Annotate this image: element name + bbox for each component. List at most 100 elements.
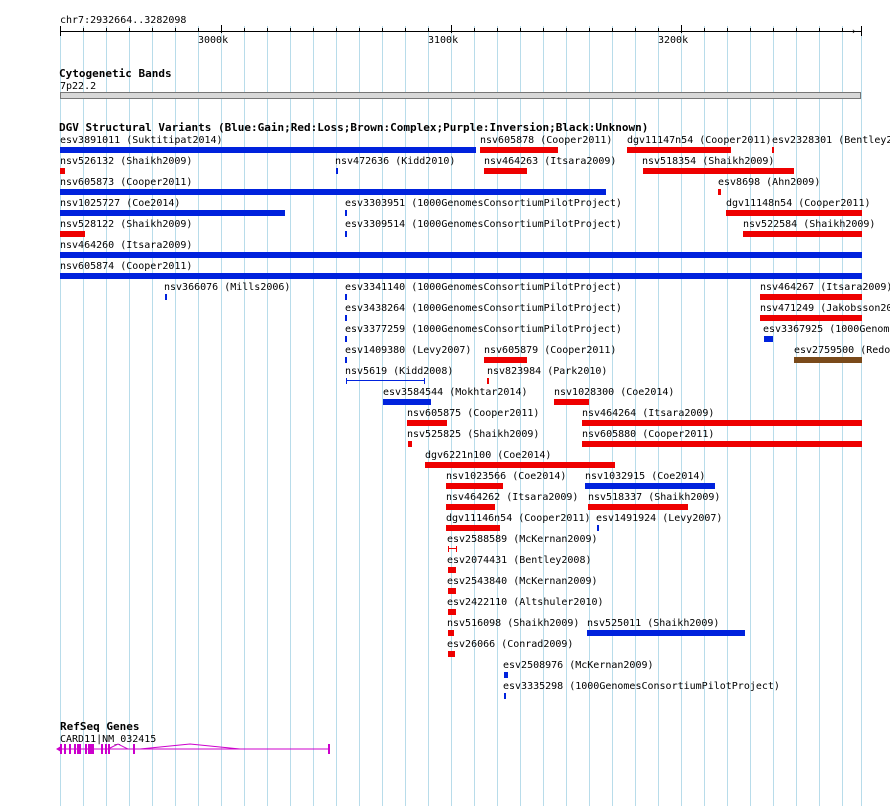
scroll-right-arrow[interactable]: › bbox=[851, 27, 856, 38]
dgv-feature-nsv605874[interactable] bbox=[60, 273, 862, 279]
dgv-feature-esv3341140[interactable] bbox=[345, 294, 347, 300]
dgv-feature-dgv11148n54[interactable] bbox=[726, 210, 862, 216]
ruler-minor-tick bbox=[198, 28, 199, 32]
dgv-feature-label: esv3367925 (1000GenomesConsortiumPilotPr… bbox=[763, 324, 890, 335]
grid-line bbox=[336, 26, 337, 806]
dgv-feature-nsv471249[interactable] bbox=[760, 315, 862, 321]
dgv-feature-label: nsv464264 (Itsara2009) bbox=[582, 408, 715, 419]
dgv-feature-label: dgv11147n54 (Cooper2011) bbox=[627, 135, 772, 146]
dgv-feature-esv2588589[interactable] bbox=[448, 546, 457, 552]
dgv-feature-esv1491924[interactable] bbox=[597, 525, 599, 531]
dgv-feature-label: nsv518354 (Shaikh2009) bbox=[642, 156, 775, 167]
dgv-feature-dgv11147n54[interactable] bbox=[627, 147, 731, 153]
dgv-feature-esv8698[interactable] bbox=[718, 189, 721, 195]
dgv-feature-esv2422110[interactable] bbox=[448, 609, 456, 615]
ruler-minor-tick bbox=[819, 28, 820, 32]
dgv-feature-label: nsv471249 (Jakobsson2008) bbox=[760, 303, 890, 314]
ruler-minor-tick bbox=[244, 28, 245, 32]
grid-line bbox=[405, 26, 406, 806]
dgv-feature-label: esv3377259 (1000GenomesConsortiumPilotPr… bbox=[345, 324, 622, 335]
dgv-feature-nsv522584[interactable] bbox=[743, 231, 862, 237]
dgv-feature-label: nsv5619 (Kidd2008) bbox=[345, 366, 454, 377]
dgv-feature-nsv823984[interactable] bbox=[487, 378, 489, 384]
dgv-feature-esv3377259[interactable] bbox=[345, 336, 347, 342]
dgv-feature-label: nsv464263 (Itsara2009) bbox=[484, 156, 617, 167]
dgv-feature-esv3303951[interactable] bbox=[345, 210, 347, 216]
dgv-feature-nsv605878[interactable] bbox=[480, 147, 558, 153]
dgv-feature-nsv605875[interactable] bbox=[407, 420, 447, 426]
dgv-feature-esv3309514[interactable] bbox=[345, 231, 347, 237]
location-label: chr7:2932664..3282098 bbox=[60, 15, 187, 26]
dgv-feature-nsv472636[interactable] bbox=[336, 168, 338, 174]
dgv-feature-nsv518354[interactable] bbox=[643, 168, 794, 174]
grid-line bbox=[290, 26, 291, 806]
dgv-feature-esv3438264[interactable] bbox=[345, 315, 347, 321]
dgv-feature-label: nsv823984 (Park2010) bbox=[487, 366, 608, 377]
dgv-feature-esv3335298[interactable] bbox=[504, 693, 506, 699]
dgv-feature-nsv464263[interactable] bbox=[484, 168, 527, 174]
dgv-feature-esv3891011[interactable] bbox=[60, 147, 476, 153]
dgv-feature-nsv525825[interactable] bbox=[408, 441, 412, 447]
grid-line bbox=[244, 26, 245, 806]
ruler-minor-tick bbox=[428, 28, 429, 32]
dgv-feature-nsv605879[interactable] bbox=[484, 357, 527, 363]
dgv-feature-esv2328301[interactable] bbox=[772, 147, 774, 153]
cytoband-bar[interactable] bbox=[60, 92, 861, 99]
ruler-tick-label: 3200k bbox=[658, 35, 689, 46]
dgv-feature-label: esv2543840 (McKernan2009) bbox=[447, 576, 598, 587]
dgv-feature-label: esv3335298 (1000GenomesConsortiumPilotPr… bbox=[503, 681, 780, 692]
dgv-feature-nsv516098[interactable] bbox=[448, 630, 454, 636]
dgv-feature-esv2543840[interactable] bbox=[448, 588, 456, 594]
dgv-feature-label: nsv525825 (Shaikh2009) bbox=[407, 429, 540, 440]
dgv-feature-nsv1023566[interactable] bbox=[446, 483, 503, 489]
dgv-feature-nsv605873[interactable] bbox=[60, 189, 606, 195]
dgv-feature-nsv464262[interactable] bbox=[446, 504, 495, 510]
dgv-feature-esv2759500[interactable] bbox=[794, 357, 862, 363]
dgv-feature-nsv1028300[interactable] bbox=[554, 399, 589, 405]
dgv-feature-dgv6221n100[interactable] bbox=[425, 462, 615, 468]
ruler-minor-tick bbox=[543, 28, 544, 32]
dgv-feature-label: nsv472636 (Kidd2010) bbox=[335, 156, 456, 167]
dgv-feature-label: nsv605874 (Cooper2011) bbox=[60, 261, 193, 272]
dgv-feature-label: esv1491924 (Levy2007) bbox=[596, 513, 723, 524]
dgv-feature-label: esv3309514 (1000GenomesConsortiumPilotPr… bbox=[345, 219, 622, 230]
dgv-feature-nsv464267[interactable] bbox=[760, 294, 862, 300]
dgv-feature-label: nsv526132 (Shaikh2009) bbox=[60, 156, 193, 167]
dgv-feature-label: esv3891011 (Suktitipat2014) bbox=[60, 135, 223, 146]
gene-model-card11[interactable] bbox=[0, 740, 340, 760]
dgv-feature-nsv518337[interactable] bbox=[588, 504, 688, 510]
dgv-feature-esv1409380[interactable] bbox=[345, 357, 347, 363]
dgv-feature-nsv464260[interactable] bbox=[60, 252, 862, 258]
genome-browser-view: chr7:2932664..3282098 3000k 3100k 3200k › … bbox=[0, 0, 890, 806]
dgv-feature-nsv605880[interactable] bbox=[582, 441, 862, 447]
dgv-feature-esv3584544[interactable] bbox=[383, 399, 431, 405]
dgv-feature-label: esv3438264 (1000GenomesConsortiumPilotPr… bbox=[345, 303, 622, 314]
dgv-feature-label: nsv464267 (Itsara2009) bbox=[760, 282, 890, 293]
dgv-feature-nsv5619[interactable] bbox=[346, 378, 425, 384]
dgv-feature-label: nsv525011 (Shaikh2009) bbox=[587, 618, 720, 629]
dgv-feature-nsv1032915[interactable] bbox=[585, 483, 715, 489]
dgv-feature-nsv366076[interactable] bbox=[165, 294, 167, 300]
ruler-minor-tick bbox=[175, 28, 176, 32]
grid-line bbox=[359, 26, 360, 806]
dgv-feature-dgv11146n54[interactable] bbox=[446, 525, 500, 531]
ruler-minor-tick bbox=[129, 28, 130, 32]
dgv-feature-esv26066[interactable] bbox=[448, 651, 455, 657]
ruler-minor-tick bbox=[405, 28, 406, 32]
ruler-minor-tick bbox=[796, 28, 797, 32]
dgv-feature-esv3367925[interactable] bbox=[764, 336, 773, 342]
ruler-minor-tick bbox=[106, 28, 107, 32]
dgv-feature-nsv1025727[interactable] bbox=[60, 210, 285, 216]
dgv-feature-label: esv8698 (Ahn2009) bbox=[718, 177, 821, 188]
dgv-feature-esv2508976[interactable] bbox=[504, 672, 508, 678]
dgv-feature-label: esv2508976 (McKernan2009) bbox=[503, 660, 654, 671]
dgv-feature-esv2074431[interactable] bbox=[448, 567, 456, 573]
dgv-feature-nsv525011[interactable] bbox=[587, 630, 745, 636]
dgv-feature-label: nsv605880 (Cooper2011) bbox=[582, 429, 715, 440]
dgv-feature-nsv464264[interactable] bbox=[582, 420, 862, 426]
dgv-feature-nsv528122[interactable] bbox=[60, 231, 85, 237]
ruler-minor-tick bbox=[635, 28, 636, 32]
ruler-minor-tick bbox=[313, 28, 314, 32]
dgv-feature-nsv526132[interactable] bbox=[60, 168, 65, 174]
grid-line bbox=[267, 26, 268, 806]
